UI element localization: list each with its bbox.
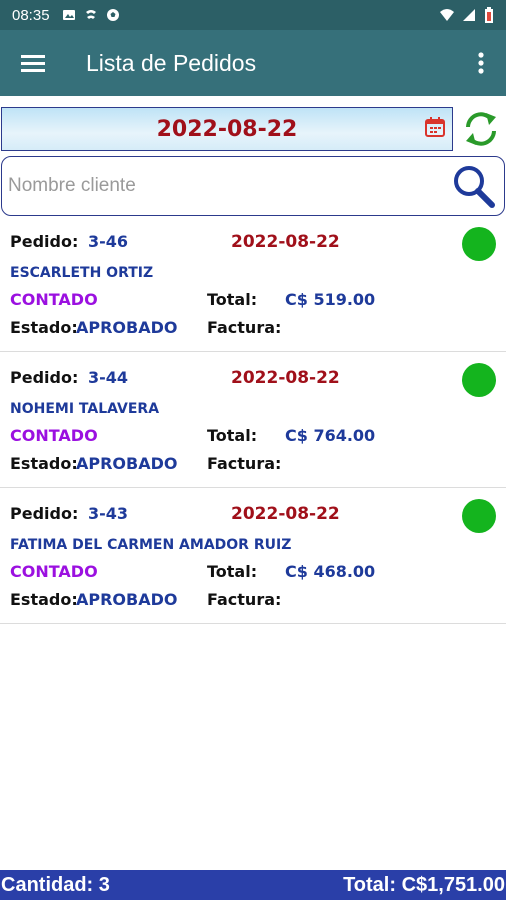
- total-label: Total:: [207, 562, 258, 581]
- date-picker[interactable]: 2022-08-22: [1, 107, 453, 151]
- grand-total: Total: C$1,751.00: [343, 873, 505, 896]
- order-date: 2022-08-22: [231, 368, 340, 388]
- status-indicator: [462, 363, 496, 397]
- signal-icon: [463, 9, 475, 21]
- page-title: Lista de Pedidos: [86, 49, 257, 76]
- search-input[interactable]: [2, 166, 432, 206]
- soccer-ball-icon: [106, 9, 119, 21]
- status-indicator: [462, 227, 496, 261]
- status-label: Estado:: [10, 590, 78, 609]
- invoice-label: Factura:: [207, 318, 282, 337]
- cast-icon: [85, 10, 96, 19]
- order-item[interactable]: Pedido: 3-44 2022-08-22 NOHEMI TALAVERA …: [0, 352, 506, 488]
- wifi-icon: [440, 9, 454, 21]
- more-vert-icon: [478, 52, 484, 74]
- status-label: Estado:: [10, 454, 78, 473]
- client-name: FATIMA DEL CARMEN AMADOR RUIZ: [10, 537, 292, 553]
- order-date: 2022-08-22: [231, 504, 340, 524]
- menu-button[interactable]: [0, 30, 66, 96]
- search-bar: [1, 156, 505, 216]
- order-number-label: Pedido:: [10, 368, 79, 387]
- menu-icon: [21, 55, 45, 72]
- status-indicator: [462, 499, 496, 533]
- order-number-label: Pedido:: [10, 504, 79, 523]
- client-name: NOHEMI TALAVERA: [10, 401, 160, 417]
- order-date: 2022-08-22: [231, 232, 340, 252]
- order-number: 3-44: [88, 368, 129, 387]
- selected-date: 2022-08-22: [156, 116, 298, 142]
- calendar-icon[interactable]: [424, 116, 446, 138]
- status-label: Estado:: [10, 318, 78, 337]
- order-status: APROBADO: [76, 590, 178, 609]
- image-icon: [62, 10, 75, 20]
- order-item[interactable]: Pedido: 3-43 2022-08-22 FATIMA DEL CARME…: [0, 488, 506, 624]
- refresh-icon[interactable]: [462, 109, 500, 149]
- order-total: C$ 764.00: [285, 426, 376, 445]
- payment-type: CONTADO: [10, 426, 98, 445]
- order-count: Cantidad: 3: [1, 873, 110, 896]
- app-bar: Lista de Pedidos: [0, 30, 506, 96]
- order-total: C$ 519.00: [285, 290, 376, 309]
- search-icon[interactable]: [450, 163, 496, 209]
- summary-footer: Cantidad: 3 Total: C$1,751.00: [0, 870, 506, 900]
- invoice-label: Factura:: [207, 590, 282, 609]
- order-status: APROBADO: [76, 454, 178, 473]
- more-options-button[interactable]: [456, 30, 506, 96]
- order-number-label: Pedido:: [10, 232, 79, 251]
- battery-icon: [485, 7, 493, 23]
- invoice-label: Factura:: [207, 454, 282, 473]
- orders-list: Pedido: 3-46 2022-08-22 ESCARLETH ORTIZ …: [0, 216, 506, 624]
- order-item[interactable]: Pedido: 3-46 2022-08-22 ESCARLETH ORTIZ …: [0, 216, 506, 352]
- status-time: 08:35: [12, 6, 50, 24]
- total-label: Total:: [207, 426, 258, 445]
- payment-type: CONTADO: [10, 290, 98, 309]
- client-name: ESCARLETH ORTIZ: [10, 265, 154, 281]
- payment-type: CONTADO: [10, 562, 98, 581]
- total-label: Total:: [207, 290, 258, 309]
- date-filter-row: 2022-08-22: [0, 107, 506, 153]
- status-bar: 08:35: [0, 0, 506, 30]
- order-total: C$ 468.00: [285, 562, 376, 581]
- order-status: APROBADO: [76, 318, 178, 337]
- order-number: 3-46: [88, 232, 129, 251]
- order-number: 3-43: [88, 504, 129, 523]
